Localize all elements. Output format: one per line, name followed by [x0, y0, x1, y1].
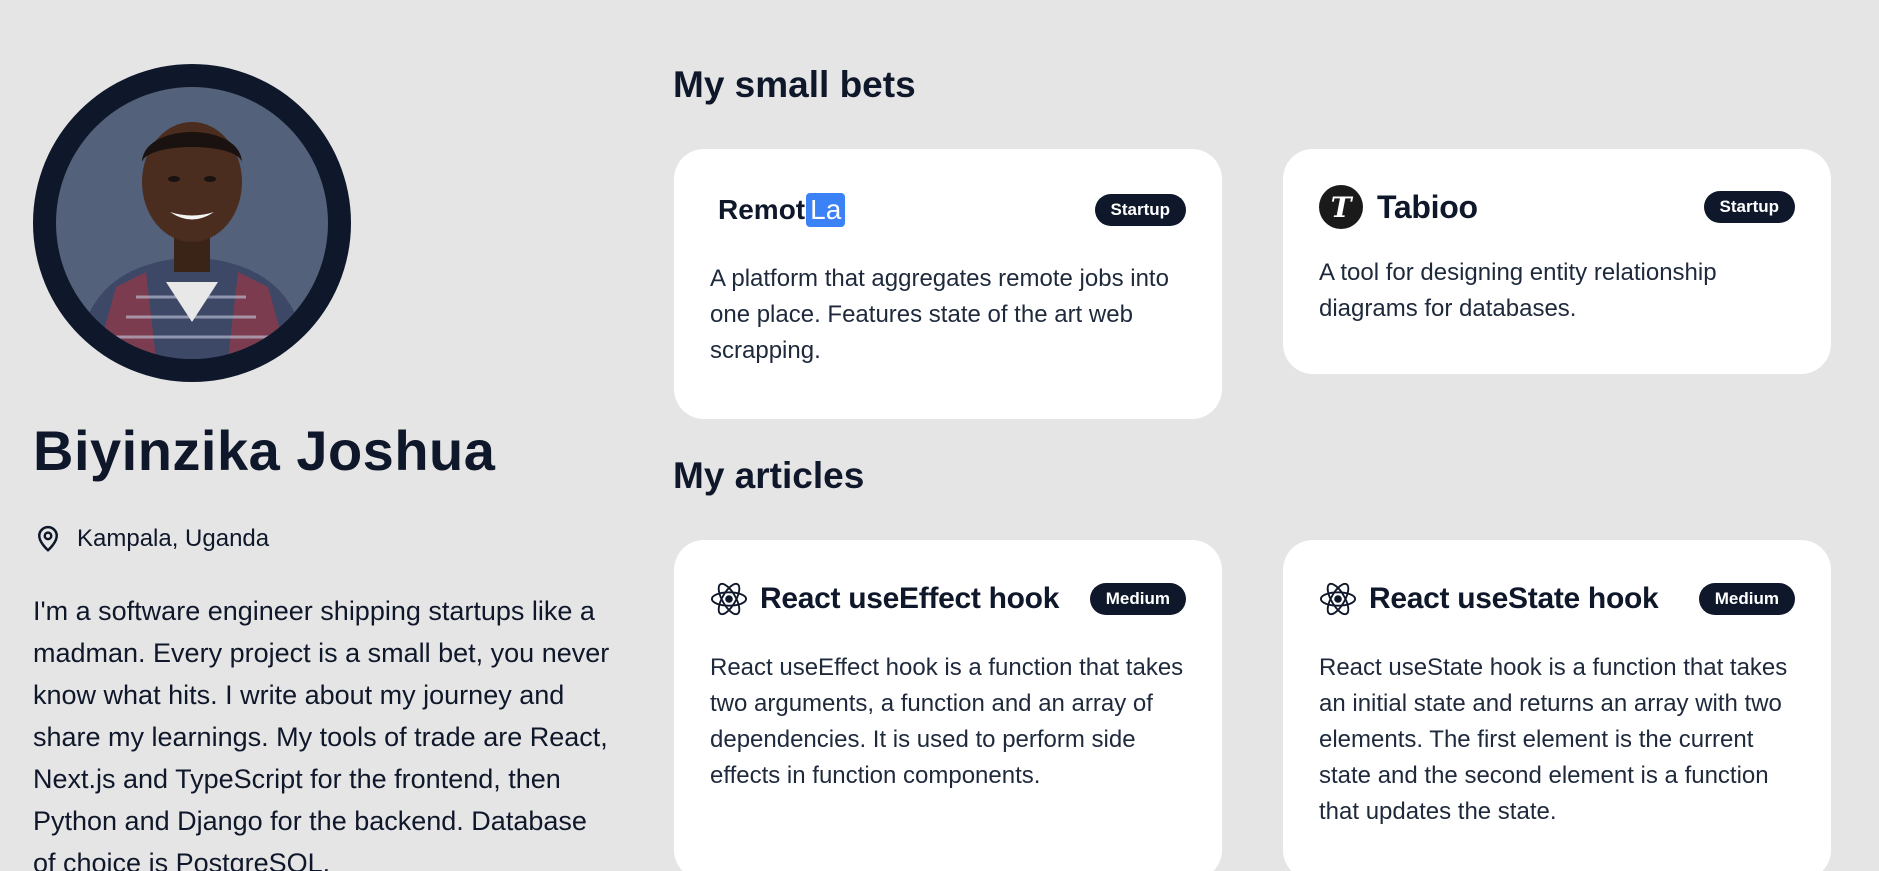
card-title: Tabioo — [1377, 188, 1478, 225]
card-header: Remot La Startup — [710, 193, 1186, 227]
remotla-logo-text: Remot — [718, 194, 806, 225]
react-icon — [710, 582, 748, 616]
map-pin-icon — [37, 525, 59, 552]
card-header: React useEffect hook Medium — [710, 580, 1186, 618]
page: Biyinzika Joshua Kampala, Uganda I'm a s… — [0, 0, 1879, 871]
startup-badge: Startup — [1703, 191, 1795, 223]
medium-badge: Medium — [1698, 583, 1795, 615]
profile-section: Biyinzika Joshua Kampala, Uganda I'm a s… — [33, 64, 623, 871]
tabioo-logo-icon: T — [1319, 185, 1363, 229]
article-card-useeffect[interactable]: React useEffect hook Medium React useEff… — [674, 540, 1222, 871]
avatar — [33, 64, 351, 382]
react-icon — [1319, 582, 1357, 616]
remotla-logo-box: La — [806, 193, 846, 227]
card-description: A platform that aggregates remote jobs i… — [710, 265, 1169, 364]
card-header: T Tabioo Startup — [1319, 185, 1795, 229]
card-description: React useEffect hook is a function that … — [710, 654, 1184, 789]
bio: I'm a software engineer shipping startup… — [33, 595, 610, 871]
person-photo-icon — [76, 122, 308, 359]
bet-card-tabioo[interactable]: T Tabioo Startup A tool for designing en… — [1283, 149, 1831, 374]
startup-badge: Startup — [1094, 194, 1186, 226]
card-title: React useEffect hook — [760, 582, 1060, 615]
card-title: React useState hook — [1369, 582, 1659, 615]
remotla-logo: Remot La — [718, 193, 846, 227]
articles-heading: My articles — [673, 455, 865, 496]
card-description: A tool for designing entity relationship… — [1319, 259, 1717, 322]
profile-name: Biyinzika Joshua — [33, 419, 496, 482]
card-title-wrap: React useState hook — [1319, 580, 1659, 618]
card-description: React useState hook is a function that t… — [1319, 654, 1788, 825]
bet-card-remotla[interactable]: Remot La Startup A platform that aggrega… — [674, 149, 1222, 419]
card-title-wrap: React useEffect hook — [710, 580, 1059, 618]
avatar-photo — [56, 87, 328, 359]
article-card-usestate[interactable]: React useState hook Medium React useStat… — [1283, 540, 1831, 871]
medium-badge: Medium — [1089, 583, 1186, 615]
bets-heading: My small bets — [673, 64, 916, 105]
card-title-wrap: T Tabioo — [1319, 185, 1478, 229]
location: Kampala, Uganda — [33, 524, 623, 554]
location-text: Kampala, Uganda — [77, 524, 270, 552]
card-header: React useState hook Medium — [1319, 580, 1795, 618]
